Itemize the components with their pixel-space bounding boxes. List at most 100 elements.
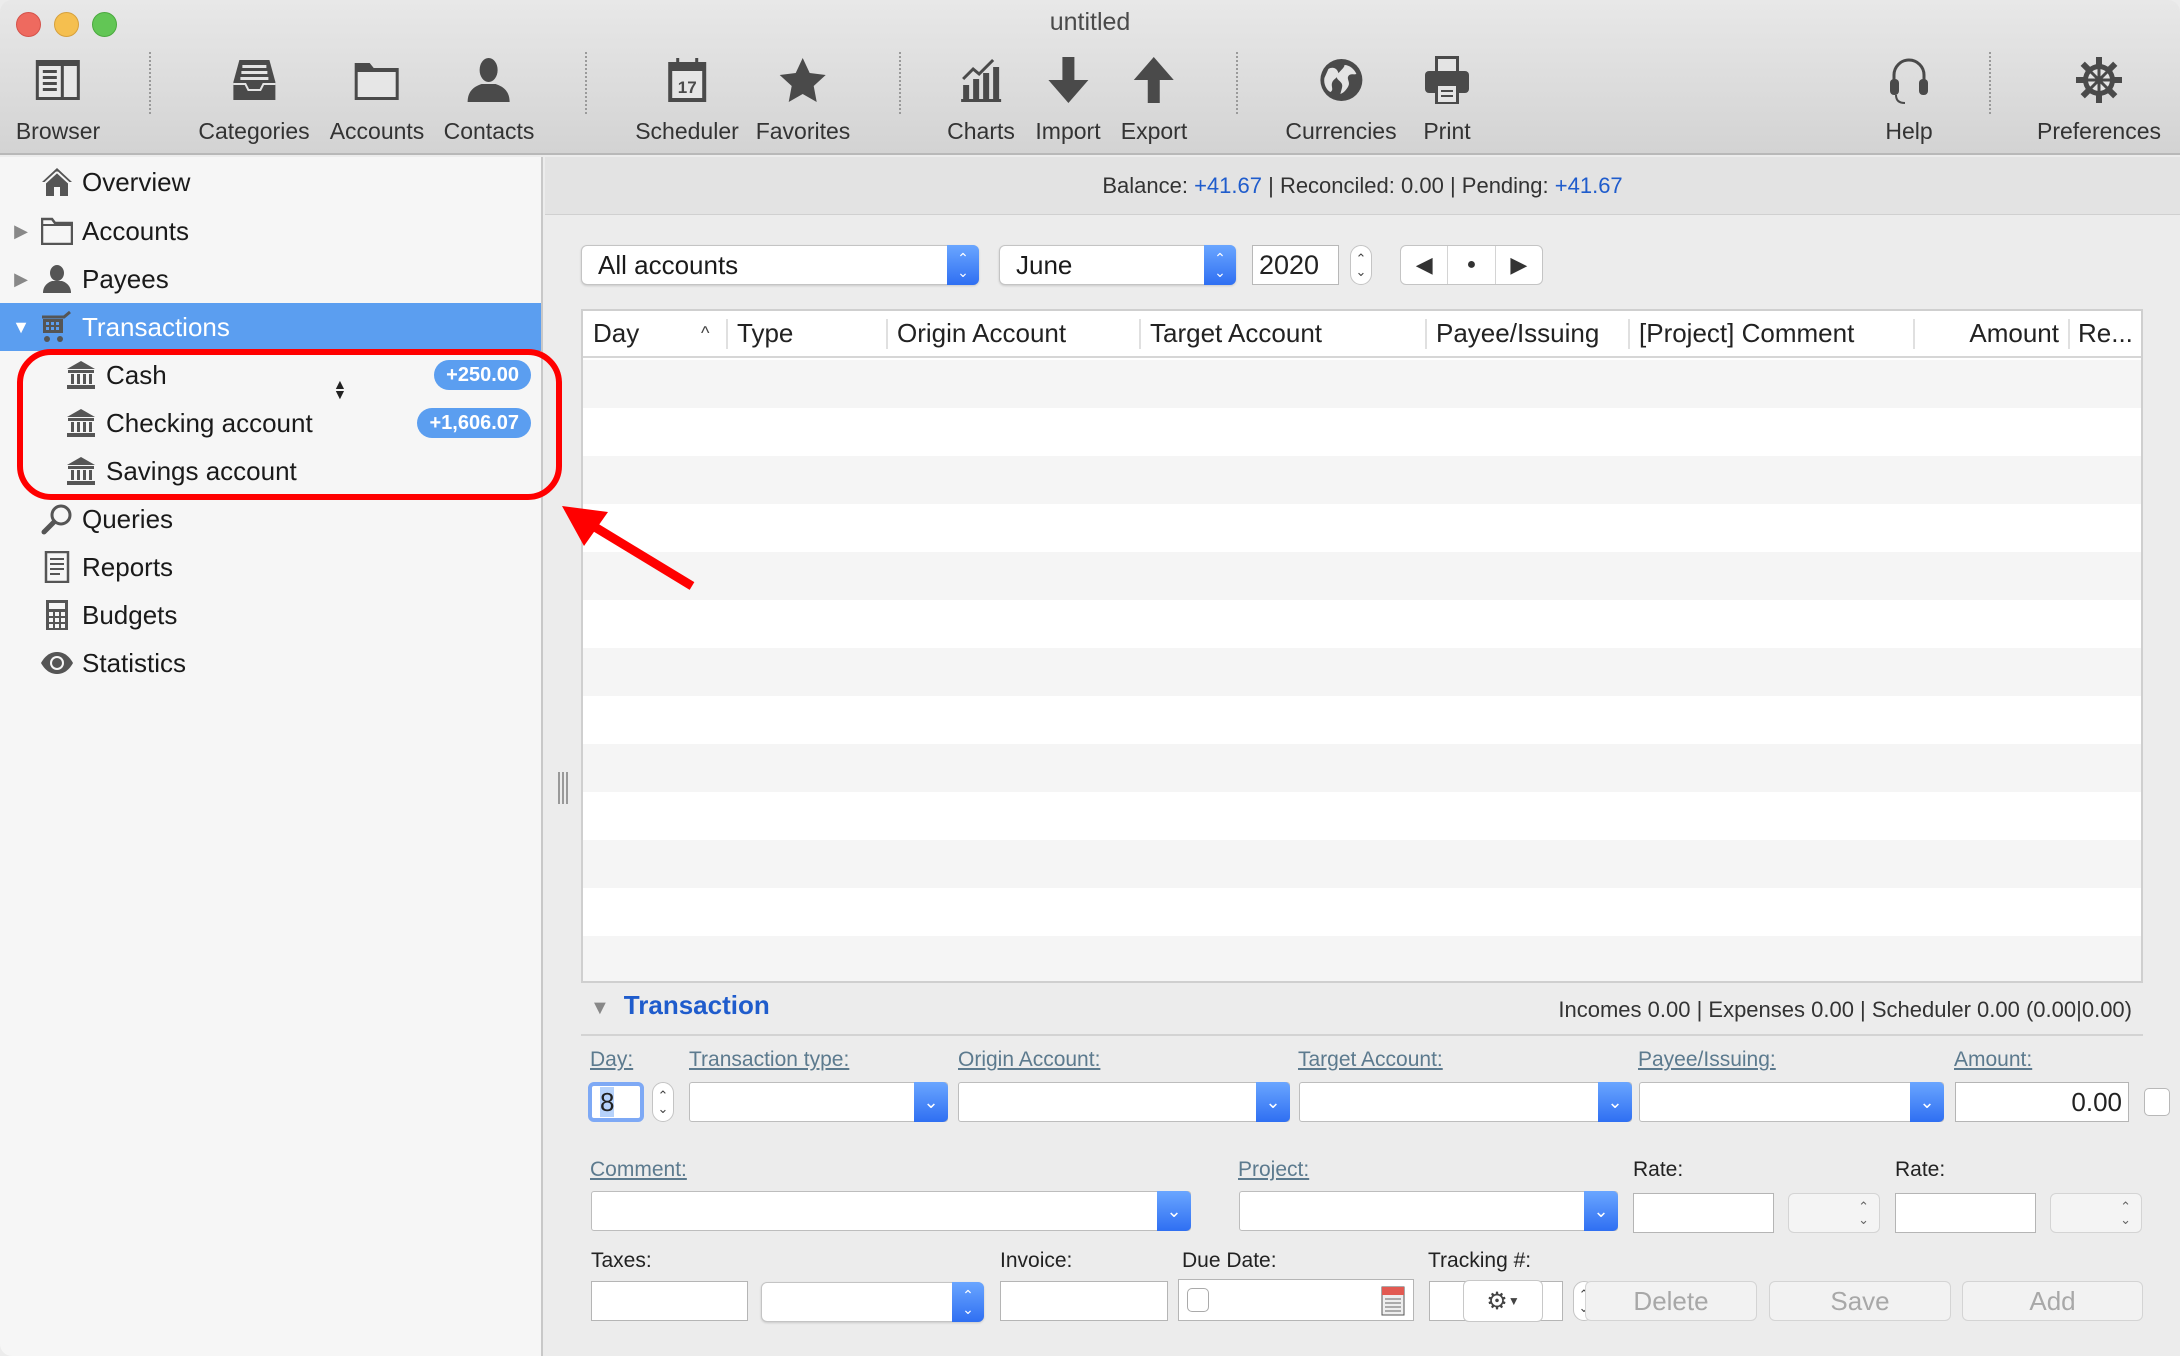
payee-label[interactable]: Payee/Issuing: [1638, 1048, 1776, 1072]
toolbar-currencies-button[interactable]: Currencies [1285, 52, 1397, 152]
add-button[interactable]: Add [1962, 1281, 2143, 1321]
payee-combo[interactable]: ⌄ [1639, 1082, 1944, 1122]
project-label[interactable]: Project: [1238, 1158, 1309, 1182]
taxes-select[interactable]: ⌃ ⌄ [761, 1282, 984, 1322]
amount-label[interactable]: Amount: [1954, 1048, 2032, 1072]
disclosure-triangle-icon[interactable]: ▼ [12, 317, 30, 338]
toolbar-import-button[interactable]: Import [1035, 52, 1101, 152]
disclosure-triangle-icon[interactable]: ▼ [590, 997, 610, 1019]
sidebar-item-budgets[interactable]: Budgets [0, 591, 541, 639]
disclosure-triangle-icon[interactable]: ▶ [12, 269, 30, 290]
column-divider[interactable] [1139, 319, 1141, 349]
comment-label[interactable]: Comment: [590, 1158, 687, 1182]
toolbar-export-button[interactable]: Export [1121, 52, 1187, 152]
toolbar-charts-button[interactable]: Charts [947, 52, 1015, 152]
day-field[interactable]: 8 [588, 1082, 644, 1122]
transaction-section-header[interactable]: ▼ Transaction [590, 990, 770, 1021]
chevron-down-icon[interactable]: ⌄ [1910, 1082, 1944, 1122]
column-header-reconciled[interactable]: Re... [2078, 311, 2133, 356]
chevron-down-icon[interactable]: ⌄ [1584, 1191, 1618, 1231]
target-account-combo[interactable]: ⌄ [1299, 1082, 1632, 1122]
rate-stepper[interactable]: ⌃ ⌄ [2050, 1193, 2142, 1233]
column-header-amount[interactable]: Amount [1969, 311, 2059, 356]
table-row[interactable] [583, 408, 2141, 456]
toolbar-categories-button[interactable]: Categories [198, 52, 310, 152]
due-date-checkbox[interactable] [1187, 1288, 1209, 1312]
column-header-origin-account[interactable]: Origin Account [897, 311, 1066, 356]
sidebar-item-transactions[interactable]: ▼ Transactions [0, 303, 541, 351]
invoice-field[interactable] [1000, 1281, 1168, 1321]
table-row[interactable] [583, 600, 2141, 648]
column-divider[interactable] [1425, 319, 1427, 349]
table-row[interactable] [583, 936, 2141, 981]
amount-checkbox[interactable] [2144, 1088, 2170, 1116]
sidebar-item-payees[interactable]: ▶ Payees [0, 255, 541, 303]
table-row[interactable] [583, 696, 2141, 744]
toolbar-print-button[interactable]: Print [1419, 52, 1475, 152]
toolbar-preferences-button[interactable]: Preferences [2037, 52, 2161, 152]
delete-button[interactable]: Delete [1585, 1281, 1757, 1321]
transaction-type-combo[interactable]: ⌄ [689, 1082, 948, 1122]
chevron-down-icon[interactable]: ⌄ [1157, 1191, 1191, 1231]
column-divider[interactable] [886, 319, 888, 349]
due-date-field[interactable] [1178, 1279, 1414, 1321]
table-row[interactable] [583, 792, 2141, 840]
column-divider[interactable] [2068, 319, 2070, 349]
toolbar-accounts-button[interactable]: Accounts [330, 52, 424, 152]
table-row[interactable] [583, 744, 2141, 792]
column-divider[interactable] [1628, 319, 1630, 349]
project-combo[interactable]: ⌄ [1239, 1191, 1618, 1231]
target-account-label[interactable]: Target Account: [1298, 1048, 1443, 1072]
rate-stepper[interactable]: ⌃ ⌄ [1788, 1193, 1880, 1233]
split-view-handle[interactable] [558, 772, 568, 804]
toolbar-help-button[interactable]: Help [1881, 52, 1937, 152]
table-row[interactable] [583, 888, 2141, 936]
column-header-type[interactable]: Type [737, 311, 793, 356]
sidebar-item-overview[interactable]: Overview [0, 158, 541, 206]
toolbar-scheduler-button[interactable]: 17 Scheduler [635, 52, 739, 152]
chevron-down-icon[interactable]: ⌄ [914, 1082, 948, 1122]
amount-field[interactable]: 0.00 [1955, 1082, 2129, 1122]
column-header-payee[interactable]: Payee/Issuing [1436, 311, 1599, 356]
transaction-type-label[interactable]: Transaction type: [689, 1048, 849, 1072]
day-label[interactable]: Day: [590, 1048, 633, 1072]
disclosure-triangle-icon[interactable]: ▶ [12, 221, 30, 242]
toolbar-contacts-button[interactable]: Contacts [444, 52, 534, 152]
sidebar-item-reports[interactable]: Reports [0, 543, 541, 591]
sidebar-item-queries[interactable]: Queries [0, 495, 541, 543]
year-field[interactable]: 2020 [1252, 245, 1339, 285]
save-button[interactable]: Save [1769, 1281, 1951, 1321]
toolbar-favorites-button[interactable]: Favorites [756, 52, 850, 152]
previous-period-button[interactable]: ◀ [1401, 246, 1449, 284]
taxes-field[interactable] [591, 1281, 748, 1321]
comment-combo[interactable]: ⌄ [591, 1191, 1191, 1231]
table-row[interactable] [583, 840, 2141, 888]
day-stepper[interactable]: ⌃ ⌄ [652, 1082, 674, 1122]
table-row[interactable] [583, 552, 2141, 600]
rate-field[interactable] [1633, 1193, 1774, 1233]
rate-field[interactable] [1895, 1193, 2036, 1233]
column-divider[interactable] [1913, 319, 1915, 349]
column-header-target-account[interactable]: Target Account [1150, 311, 1322, 356]
toolbar-browser-button[interactable]: Browser [16, 52, 100, 152]
origin-account-label[interactable]: Origin Account: [958, 1048, 1100, 1072]
chevron-down-icon[interactable]: ⌄ [1598, 1082, 1632, 1122]
table-row[interactable] [583, 456, 2141, 504]
month-select[interactable]: June ⌃ ⌄ [999, 245, 1236, 285]
current-period-button[interactable]: ● [1448, 246, 1496, 284]
table-row[interactable] [583, 360, 2141, 408]
table-row[interactable] [583, 504, 2141, 552]
calendar-icon[interactable] [1381, 1284, 1405, 1326]
table-row[interactable] [583, 648, 2141, 696]
column-divider[interactable] [726, 319, 728, 349]
account-filter-select[interactable]: All accounts ⌃ ⌄ [581, 245, 979, 285]
origin-account-combo[interactable]: ⌄ [958, 1082, 1290, 1122]
year-stepper[interactable]: ⌃ ⌄ [1350, 245, 1372, 285]
sidebar-item-accounts[interactable]: ▶ Accounts [0, 207, 541, 255]
sidebar-item-statistics[interactable]: Statistics [0, 639, 541, 687]
next-period-button[interactable]: ▶ [1496, 246, 1542, 284]
column-header-day[interactable]: Day [593, 311, 639, 356]
chevron-down-icon[interactable]: ⌄ [1256, 1082, 1290, 1122]
tracking-action-menu[interactable]: ⚙ ▼ [1463, 1280, 1543, 1322]
column-header-comment[interactable]: [Project] Comment [1639, 311, 1854, 356]
